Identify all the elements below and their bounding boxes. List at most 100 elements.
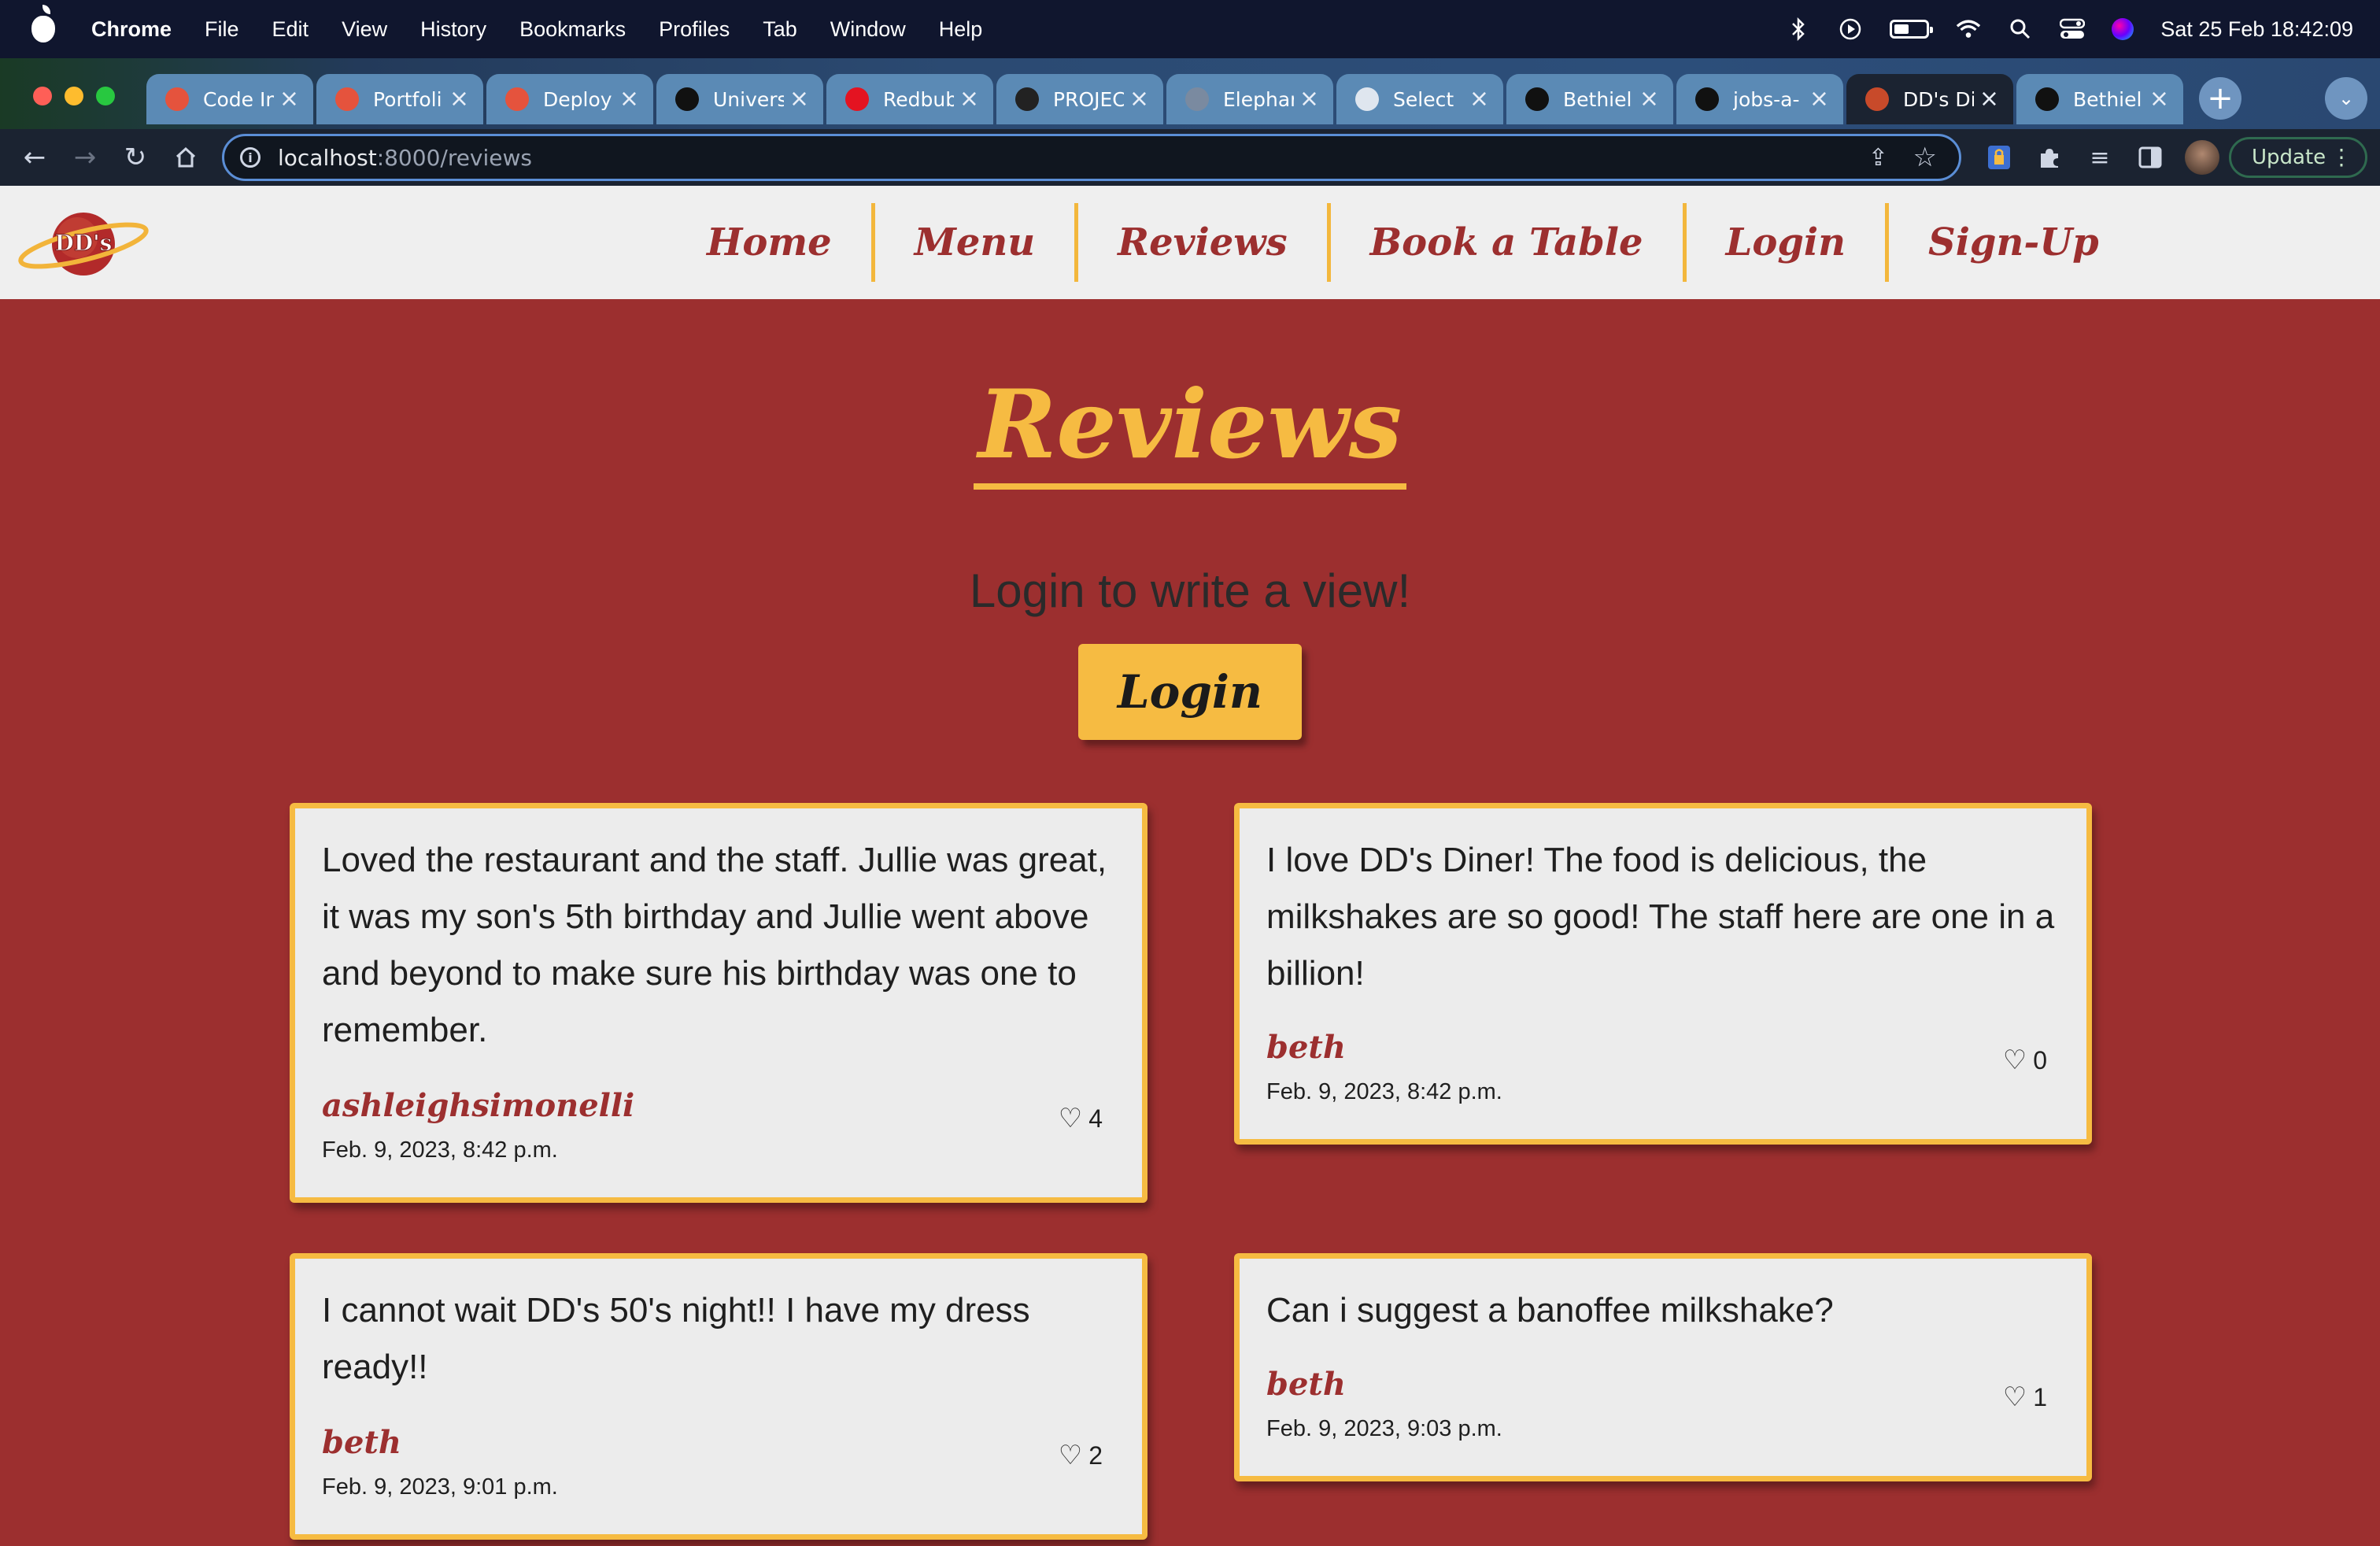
page-title: Reviews xyxy=(973,370,1407,490)
bookmark-star-icon[interactable]: ☆ xyxy=(1913,142,1937,173)
extensions-puzzle-icon[interactable] xyxy=(2034,142,2065,173)
menu-help[interactable]: Help xyxy=(939,17,983,42)
browser-tab[interactable]: Deploy × xyxy=(486,74,653,124)
heart-icon[interactable]: ♡ xyxy=(2003,1045,2027,1076)
tab-close-icon[interactable]: × xyxy=(2149,85,2169,113)
home-icon[interactable] xyxy=(168,140,203,175)
browser-tab-strip: Code In × Portfoli × Deploy × Univers × Redbub × P… xyxy=(0,58,2380,129)
nav-menu[interactable]: Menu xyxy=(875,203,1074,282)
browser-toolbar: ← → ↻ i localhost:8000/reviews ⇪ ☆ ≡ xyxy=(0,129,2380,186)
address-url[interactable]: localhost:8000/reviews xyxy=(278,145,532,171)
menu-window[interactable]: Window xyxy=(830,17,906,42)
bluetooth-icon[interactable] xyxy=(1786,17,1811,42)
tab-close-icon[interactable]: × xyxy=(1469,85,1489,113)
new-tab-button[interactable]: + xyxy=(2199,77,2241,120)
like-button[interactable]: ♡ 0 xyxy=(2003,1045,2047,1076)
menu-edit[interactable]: Edit xyxy=(272,17,309,42)
reload-icon[interactable]: ↻ xyxy=(118,140,153,175)
browser-tab[interactable]: Bethiel × xyxy=(2016,74,2183,124)
login-button[interactable]: Login xyxy=(1078,644,1302,740)
menu-view[interactable]: View xyxy=(342,17,387,42)
reading-list-icon[interactable]: ≡ xyxy=(2084,142,2116,173)
menu-tab[interactable]: Tab xyxy=(763,17,797,42)
nav-sign-up[interactable]: Sign-Up xyxy=(1889,203,2138,282)
side-panel-icon[interactable] xyxy=(2134,142,2166,173)
profile-avatar[interactable] xyxy=(2185,140,2219,175)
update-button[interactable]: Update ⋮ xyxy=(2229,137,2367,178)
menu-file[interactable]: File xyxy=(205,17,239,42)
update-label: Update xyxy=(2252,146,2326,169)
tab-close-icon[interactable]: × xyxy=(619,85,639,113)
tab-close-icon[interactable]: × xyxy=(1639,85,1659,113)
tab-title: Deploy xyxy=(543,87,612,111)
browser-tab[interactable]: Redbub × xyxy=(826,74,993,124)
window-close-icon[interactable] xyxy=(33,87,52,105)
extension-lock-icon[interactable] xyxy=(1983,142,2015,173)
nav-login[interactable]: Login xyxy=(1687,203,1885,282)
share-icon[interactable]: ⇪ xyxy=(1868,144,1888,172)
apple-menu-icon[interactable] xyxy=(31,5,55,43)
heart-icon[interactable]: ♡ xyxy=(2003,1381,2027,1413)
status-area: Sat 25 Feb 18:42:09 xyxy=(1786,0,2353,58)
wifi-icon[interactable] xyxy=(1956,17,1981,42)
tab-close-icon[interactable]: × xyxy=(449,85,469,113)
menu-profiles[interactable]: Profiles xyxy=(659,17,730,42)
tab-close-icon[interactable]: × xyxy=(789,85,809,113)
tab-close-icon[interactable]: × xyxy=(1129,85,1149,113)
site-header: DD's Home Menu Reviews Book a Table Logi… xyxy=(0,186,2380,299)
like-button[interactable]: ♡ 4 xyxy=(1059,1103,1103,1134)
review-card: I cannot wait DD's 50's night!! I have m… xyxy=(290,1253,1148,1540)
browser-tab[interactable]: DD's Di × xyxy=(1846,74,2013,124)
macos-menubar: Chrome File Edit View History Bookmarks … xyxy=(0,0,2380,58)
tab-title: Elephar xyxy=(1223,87,1294,111)
redbubble-icon xyxy=(845,87,869,111)
tab-close-icon[interactable]: × xyxy=(959,85,979,113)
browser-tab[interactable]: Portfoli × xyxy=(316,74,483,124)
now-playing-icon[interactable] xyxy=(1838,17,1863,42)
siri-icon[interactable] xyxy=(2112,18,2134,40)
like-button[interactable]: ♡ 2 xyxy=(1059,1440,1103,1471)
tab-close-icon[interactable]: × xyxy=(1809,85,1829,113)
tab-close-icon[interactable]: × xyxy=(1299,85,1319,113)
site-info-icon[interactable]: i xyxy=(240,147,261,168)
review-author: beth xyxy=(322,1424,401,1461)
like-button[interactable]: ♡ 1 xyxy=(2003,1381,2047,1413)
heart-icon[interactable]: ♡ xyxy=(1059,1103,1082,1134)
browser-tab[interactable]: Bethiel × xyxy=(1506,74,1673,124)
tab-title: Bethiel xyxy=(1563,87,1632,111)
github-icon xyxy=(1525,87,1549,111)
more-options-icon[interactable]: ⋮ xyxy=(2330,144,2352,170)
site-nav: Home Menu Reviews Book a Table Login Sig… xyxy=(667,203,2138,282)
browser-tab[interactable]: Elephar × xyxy=(1166,74,1333,124)
browser-tab[interactable]: Code In × xyxy=(146,74,313,124)
battery-icon[interactable] xyxy=(1890,20,1934,39)
nav-book-a-table[interactable]: Book a Table xyxy=(1331,203,1683,282)
browser-tab[interactable]: jobs-a- × xyxy=(1676,74,1843,124)
window-zoom-icon[interactable] xyxy=(96,87,115,105)
review-text: Can i suggest a banoffee milkshake? xyxy=(1266,1291,1834,1330)
code-institute-icon xyxy=(335,87,359,111)
nav-reviews[interactable]: Reviews xyxy=(1078,203,1326,282)
address-bar[interactable]: i localhost:8000/reviews ⇪ ☆ xyxy=(222,134,1961,181)
tab-title: Redbub xyxy=(883,87,954,111)
forward-arrow-icon[interactable]: → xyxy=(68,140,102,175)
menubar-clock[interactable]: Sat 25 Feb 18:42:09 xyxy=(2160,17,2353,42)
nav-home[interactable]: Home xyxy=(667,203,871,282)
like-count: 2 xyxy=(1088,1441,1103,1470)
browser-tab[interactable]: Select × xyxy=(1336,74,1503,124)
dds-logo[interactable]: DD's xyxy=(17,205,151,283)
menu-app-name[interactable]: Chrome xyxy=(91,17,172,42)
browser-tab[interactable]: PROJEC × xyxy=(996,74,1163,124)
tab-title: PROJEC xyxy=(1053,87,1124,111)
window-minimize-icon[interactable] xyxy=(65,87,83,105)
tab-search-button[interactable]: ⌄ xyxy=(2325,77,2367,120)
spotlight-search-icon[interactable] xyxy=(2008,17,2033,42)
menu-bookmarks[interactable]: Bookmarks xyxy=(519,17,626,42)
control-center-icon[interactable] xyxy=(2060,17,2086,42)
heart-icon[interactable]: ♡ xyxy=(1059,1440,1082,1471)
tab-close-icon[interactable]: × xyxy=(1979,85,1999,113)
back-arrow-icon[interactable]: ← xyxy=(17,140,52,175)
menu-history[interactable]: History xyxy=(420,17,486,42)
tab-close-icon[interactable]: × xyxy=(279,85,299,113)
browser-tab[interactable]: Univers × xyxy=(656,74,823,124)
